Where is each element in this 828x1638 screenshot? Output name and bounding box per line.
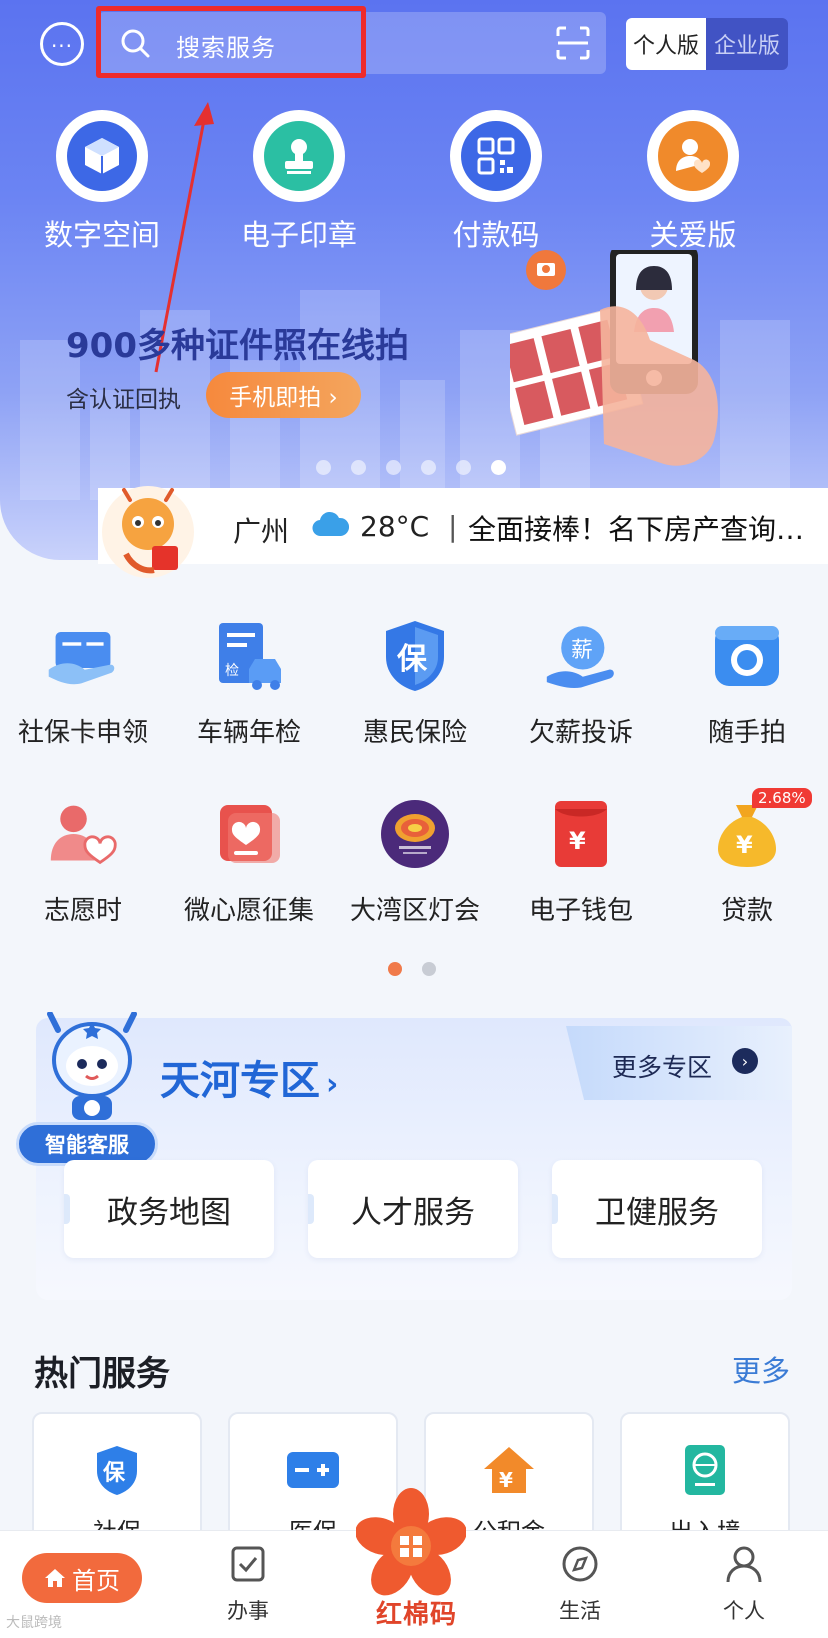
home-icon bbox=[45, 1569, 65, 1587]
salary-hand-icon: 薪 bbox=[545, 620, 617, 692]
health-service-button[interactable]: 卫健服务 bbox=[552, 1160, 762, 1258]
shield-bao-icon: 保 bbox=[89, 1442, 145, 1498]
zone-title[interactable]: 天河专区 › bbox=[160, 1048, 338, 1106]
hot-more-link[interactable]: 更多 bbox=[732, 1348, 790, 1390]
tab-affairs[interactable]: 办事 bbox=[216, 1544, 280, 1625]
svg-text:保: 保 bbox=[397, 642, 428, 677]
service-micro-wish[interactable]: 微心愿征集 bbox=[166, 798, 332, 927]
shoot-now-button[interactable]: 手机即拍 › bbox=[206, 372, 361, 418]
hot-services-title: 热门服务 bbox=[34, 1354, 170, 1394]
service-benefit-insurance[interactable]: 保 惠民保险 bbox=[332, 620, 498, 749]
tab-home[interactable]: 首页 bbox=[22, 1553, 142, 1603]
service-page-dots bbox=[388, 962, 436, 976]
personal-version-tab[interactable]: 个人版 bbox=[626, 18, 706, 70]
top-item-e-seal[interactable]: 电子印章 bbox=[219, 110, 379, 254]
service-loan[interactable]: ¥ 贷款 bbox=[664, 798, 828, 927]
compass-icon bbox=[562, 1546, 598, 1582]
money-bag-icon: ¥ bbox=[711, 798, 783, 870]
qr-code-icon bbox=[461, 121, 531, 191]
version-toggle[interactable]: 个人版 企业版 bbox=[626, 18, 788, 70]
top-item-pay-code[interactable]: 付款码 bbox=[416, 110, 576, 254]
service-gba-lantern-festival[interactable]: 大湾区灯会 bbox=[332, 798, 498, 927]
banner-subtitle: 含认证回执 bbox=[66, 387, 181, 413]
loan-rate-badge: 2.68% bbox=[752, 788, 812, 808]
medical-card-icon bbox=[285, 1442, 341, 1498]
user-icon bbox=[726, 1546, 762, 1583]
id-photo-illustration bbox=[510, 250, 718, 466]
banner-title: 900多种证件照在线拍 bbox=[66, 326, 409, 366]
svg-text:检: 检 bbox=[225, 663, 239, 679]
talent-service-button[interactable]: 人才服务 bbox=[308, 1160, 518, 1258]
seal-icon bbox=[264, 121, 334, 191]
dragon-mascot-icon bbox=[102, 486, 194, 578]
service-e-wallet[interactable]: ¥ 电子钱包 bbox=[498, 798, 664, 927]
message-icon[interactable]: ... bbox=[40, 22, 84, 66]
service-social-card[interactable]: 社保卡申领 bbox=[0, 620, 166, 749]
wish-heart-icon bbox=[213, 798, 285, 870]
tab-life[interactable]: 生活 bbox=[548, 1544, 612, 1625]
more-zones-button[interactable]: 更多专区 › bbox=[566, 1026, 792, 1100]
svg-text:薪: 薪 bbox=[571, 638, 593, 663]
car-inspection-icon: 检 bbox=[213, 620, 285, 692]
chevron-right-icon: › bbox=[732, 1048, 758, 1074]
watermark: 大鼠跨境 bbox=[6, 1615, 62, 1631]
service-snapshot[interactable]: 随手拍 bbox=[664, 620, 828, 749]
enterprise-version-tab[interactable]: 企业版 bbox=[706, 18, 788, 70]
temperature: 28°C bbox=[360, 510, 430, 543]
lantern-festival-icon bbox=[379, 798, 451, 870]
news-headline[interactable]: 全面接棒！名下房产查询… bbox=[468, 508, 818, 548]
cloud-icon bbox=[312, 511, 349, 537]
checklist-icon bbox=[231, 1546, 265, 1582]
passport-icon bbox=[677, 1442, 733, 1498]
robot-assistant-icon[interactable] bbox=[44, 1012, 140, 1122]
service-wage-complaint[interactable]: 薪 欠薪投诉 bbox=[498, 620, 664, 749]
hot-entry-exit[interactable]: 出入境 bbox=[620, 1412, 790, 1542]
volunteer-heart-icon bbox=[47, 798, 119, 870]
insurance-shield-icon: 保 bbox=[379, 620, 451, 692]
cube-icon bbox=[67, 121, 137, 191]
kapok-flower-logo[interactable] bbox=[356, 1488, 466, 1598]
camera-icon bbox=[711, 620, 783, 692]
search-highlight-box bbox=[96, 6, 366, 78]
svg-text:¥: ¥ bbox=[569, 827, 586, 855]
city-name: 广州 bbox=[233, 515, 290, 548]
news-weather-bar[interactable]: 广州 28°C | 全面接棒！名下房产查询… bbox=[98, 488, 828, 564]
tab-personal[interactable]: 个人 bbox=[712, 1544, 776, 1625]
gov-map-button[interactable]: 政务地图 bbox=[64, 1160, 274, 1258]
svg-text:¥: ¥ bbox=[736, 831, 753, 859]
scan-icon[interactable] bbox=[556, 26, 590, 60]
top-item-care-version[interactable]: 关爱版 bbox=[613, 110, 773, 254]
news-separator: | bbox=[448, 510, 458, 543]
service-vehicle-inspection[interactable]: 检 车辆年检 bbox=[166, 620, 332, 749]
service-volunteer-hours[interactable]: 志愿时 bbox=[0, 798, 166, 927]
house-yuan-icon: ¥ bbox=[481, 1442, 537, 1498]
red-envelope-icon: ¥ bbox=[545, 798, 617, 870]
social-card-icon bbox=[47, 620, 119, 692]
svg-text:保: 保 bbox=[102, 1461, 126, 1486]
banner-carousel-dots bbox=[316, 460, 506, 475]
hot-social-security[interactable]: 保 社保 bbox=[32, 1412, 202, 1542]
svg-text:¥: ¥ bbox=[499, 1468, 513, 1492]
tab-hongmian-code[interactable]: 红棉码 bbox=[376, 1594, 457, 1631]
care-user-icon bbox=[658, 121, 728, 191]
